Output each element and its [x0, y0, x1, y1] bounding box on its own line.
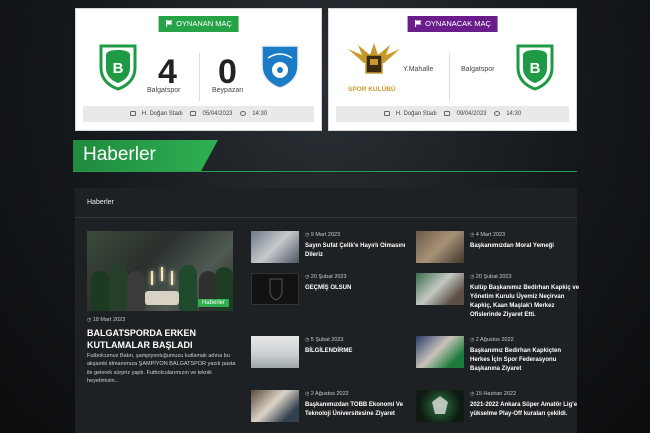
flag-icon — [165, 17, 173, 27]
news-thumbnail[interactable] — [416, 273, 464, 305]
svg-text:B: B — [530, 60, 541, 77]
news-tab[interactable]: Haberler — [87, 199, 114, 206]
match-date: 09/04/2023 — [456, 111, 487, 117]
match-time: 14:30 — [506, 111, 522, 117]
news-title[interactable]: Sayın Sufat Çelik'e Hayırlı Olmasını Dil… — [305, 242, 417, 260]
away-team-name: Balgatspor — [461, 66, 495, 73]
match-time: 14:30 — [252, 111, 268, 117]
news-thumbnail[interactable] — [251, 231, 299, 263]
news-title[interactable]: Kulüp Başkanımız Bedirhan Kapkiç ve Yöne… — [470, 284, 582, 320]
news-date: 2 Ağustos 2022 — [305, 391, 349, 397]
balgatspor-crest-icon: B — [98, 43, 138, 95]
news-date: 20 Şubat 2023 — [305, 274, 347, 280]
played-match-card[interactable]: OYNANAN MAÇ B Balgatspor 4 0 Beypazarı H… — [75, 8, 322, 131]
news-date: 9 Mart 2023 — [305, 232, 340, 238]
flag-icon — [414, 17, 422, 27]
featured-date: 18 Mart 2023 — [87, 317, 125, 323]
news-date: 2 Ağustos 2022 — [470, 337, 514, 343]
ymahalle-crest-text: SPOR KULÜBÜ — [348, 86, 396, 93]
calendar-icon — [444, 111, 451, 116]
featured-news-image[interactable]: Haberler — [87, 231, 233, 311]
team-divider — [449, 53, 450, 101]
upcoming-match-badge: OYNANACAK MAÇ — [407, 16, 498, 32]
score-divider — [199, 53, 200, 101]
ymahalle-crest-icon — [346, 41, 402, 83]
news-divider — [75, 217, 577, 218]
home-score: 4 — [158, 53, 177, 91]
news-title[interactable]: Başkanımızdan TOBB Ekonomi Ve Teknoloji … — [305, 401, 417, 419]
news-panel: Haberler Haberler 18 Mart 2023 BALGATSPO… — [75, 188, 579, 433]
upcoming-match-card[interactable]: OYNANACAK MAÇ SPOR KULÜBÜ Y.Mahalle Balg… — [328, 8, 577, 131]
news-date: 20 Şubat 2023 — [470, 274, 512, 280]
balgatspor-crest-icon: B — [515, 43, 555, 95]
clock-icon — [240, 111, 247, 116]
featured-excerpt: Futbolcumuz Batın, şampiyonluğumuzu kutl… — [87, 353, 236, 384]
news-thumbnail[interactable] — [416, 336, 464, 368]
match-date: 05/04/2023 — [202, 111, 233, 117]
news-date: 15 Haziran 2022 — [470, 391, 516, 397]
home-team-name: Y.Mahalle — [403, 66, 434, 73]
stadium-icon — [129, 111, 136, 116]
upcoming-match-info: H. Doğan Stadı 09/04/2023 14:30 — [336, 106, 569, 122]
news-title[interactable]: Başkanımızdan Moral Yemeği — [470, 242, 582, 251]
news-title[interactable]: BİLGİLENDİRME — [305, 347, 417, 356]
venue: H. Doğan Stadı — [395, 111, 437, 117]
svg-text:B: B — [113, 60, 124, 77]
away-team-name: Beypazarı — [212, 87, 244, 94]
news-thumbnail[interactable] — [251, 273, 299, 305]
news-thumbnail[interactable] — [251, 336, 299, 368]
news-thumbnail[interactable] — [416, 231, 464, 263]
featured-title[interactable]: BALGATSPORDA ERKEN KUTLAMALAR BAŞLADI — [87, 327, 237, 351]
venue: H. Doğan Stadı — [141, 111, 183, 117]
featured-category-tag[interactable]: Haberler — [197, 299, 229, 307]
news-date: 5 Şubat 2023 — [305, 337, 344, 343]
heading-underline — [73, 171, 577, 172]
news-title[interactable]: GEÇMİŞ OLSUN — [305, 284, 417, 293]
played-match-info: H. Doğan Stadı 05/04/2023 14:30 — [83, 106, 314, 122]
news-title[interactable]: 2021-2022 Ankara Süper Amatör Lig'e yüks… — [470, 401, 582, 419]
calendar-icon — [190, 111, 197, 116]
section-heading: Haberler — [73, 140, 218, 172]
news-title[interactable]: Başkanımız Bedirhan Kapkiçten Herkes İçi… — [470, 347, 582, 374]
stadium-icon — [383, 111, 390, 116]
news-thumbnail[interactable] — [251, 390, 299, 422]
clock-icon — [494, 111, 501, 116]
section-heading-text: Haberler — [83, 144, 156, 165]
news-thumbnail[interactable] — [416, 390, 464, 422]
played-match-badge: OYNANAN MAÇ — [158, 16, 239, 32]
news-date: 4 Mart 2023 — [470, 232, 505, 238]
beypazari-crest-icon — [258, 42, 302, 94]
